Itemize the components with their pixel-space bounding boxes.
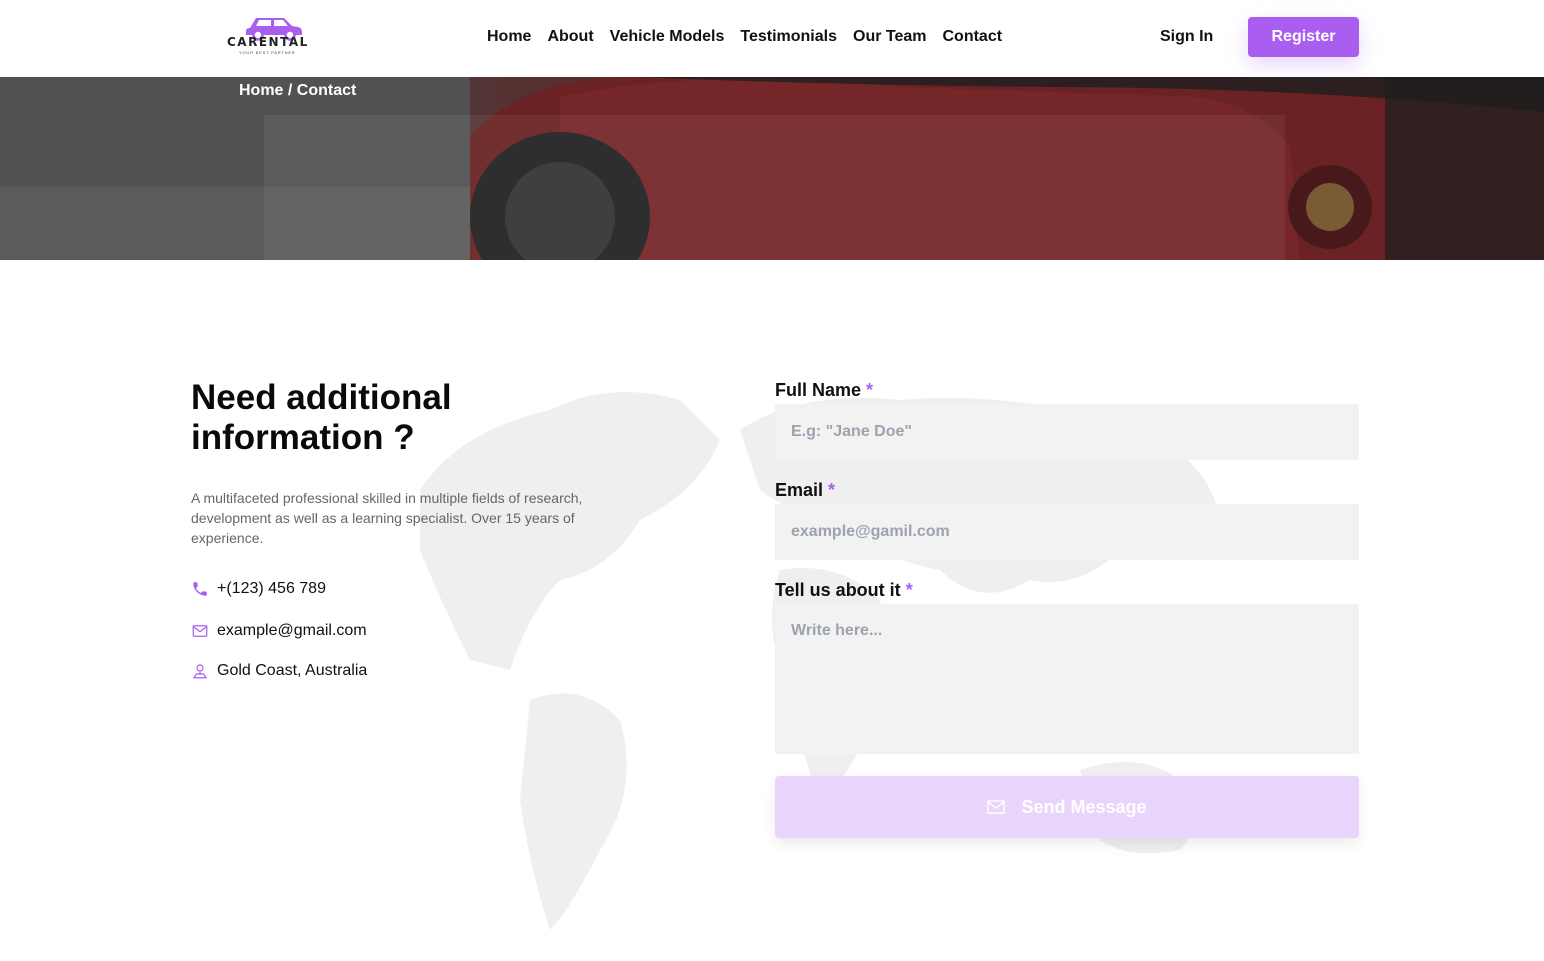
- email-label: Email *: [775, 478, 1359, 504]
- envelope-icon: [987, 800, 1006, 814]
- nav-contact[interactable]: Contact: [943, 27, 1003, 47]
- nav-our-team[interactable]: Our Team: [853, 27, 927, 47]
- logo-text: CARENTAL: [227, 35, 309, 49]
- location-text: Gold Coast, Australia: [217, 662, 368, 679]
- full-name-label-text: Full Name: [775, 380, 862, 400]
- required-mark: *: [828, 480, 836, 500]
- message-label-text: Tell us about it: [775, 580, 901, 600]
- email-label-text: Email: [775, 480, 824, 500]
- full-name-label: Full Name *: [775, 378, 1359, 404]
- contact-email[interactable]: example@gmail.com: [191, 622, 367, 640]
- info-title: Need additional information ?: [191, 378, 452, 457]
- nav-about[interactable]: About: [547, 27, 593, 47]
- hero-panel: [264, 115, 1285, 260]
- send-message-label: Send Message: [1021, 796, 1147, 817]
- contact-location: Gold Coast, Australia: [191, 662, 367, 680]
- nav-testimonials[interactable]: Testimonials: [740, 27, 837, 47]
- nav-vehicle-models[interactable]: Vehicle Models: [610, 27, 725, 47]
- sign-in-link[interactable]: Sign In: [1160, 27, 1213, 47]
- phone-icon: [193, 582, 207, 596]
- email-address: example@gmail.com: [217, 622, 367, 639]
- breadcrumb: Home / Contact: [239, 82, 357, 99]
- phone-number: +(123) 456 789: [217, 580, 326, 597]
- mail-icon: [192, 625, 208, 637]
- hero-banner: Home / Contact: [0, 77, 1544, 260]
- send-message-button[interactable]: Send Message: [775, 776, 1359, 838]
- required-mark: *: [905, 580, 913, 600]
- contact-form: Full Name * Email * Tell us about it *: [775, 378, 1359, 759]
- required-mark: *: [866, 380, 874, 400]
- message-label: Tell us about it *: [775, 578, 1359, 604]
- main-nav: Home About Vehicle Models Testimonials O…: [487, 27, 1002, 47]
- email-input[interactable]: [775, 504, 1359, 560]
- site-header: CARENTAL YOUR BEST PARTNER Home About Ve…: [0, 0, 1544, 77]
- contact-phone[interactable]: +(123) 456 789: [191, 580, 326, 598]
- register-button[interactable]: Register: [1248, 17, 1359, 57]
- location-pin-icon: [192, 664, 208, 679]
- nav-home[interactable]: Home: [487, 27, 531, 47]
- logo-tagline: YOUR BEST PARTNER: [239, 50, 296, 55]
- message-textarea[interactable]: [775, 604, 1359, 754]
- info-description: A multifaceted professional skilled in m…: [191, 490, 583, 546]
- full-name-input[interactable]: [775, 404, 1359, 460]
